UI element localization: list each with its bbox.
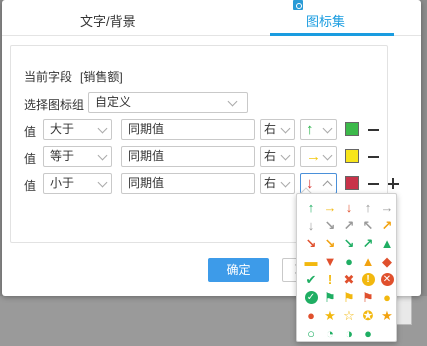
- arrow-down-red-icon[interactable]: ↓: [340, 198, 358, 216]
- star-full-orange-icon[interactable]: ★: [378, 306, 396, 324]
- arrow-right-yellow-icon: →: [306, 148, 321, 165]
- current-field-value: [销售额]: [80, 70, 123, 84]
- pin-red-icon[interactable]: ●: [302, 306, 320, 324]
- star-half-yellow-icon[interactable]: ✪: [359, 306, 377, 324]
- circle-outline-green-icon[interactable]: ○: [302, 324, 320, 342]
- chevron-down-icon: [280, 177, 291, 188]
- current-field-label: 当前字段: [24, 70, 73, 84]
- side-value: 右: [264, 176, 277, 190]
- cross-red-icon[interactable]: ✖: [340, 270, 358, 288]
- compare-value-text: 同期值: [128, 149, 165, 163]
- operator-value: 等于: [50, 149, 75, 163]
- arrow-up-right-gray-icon[interactable]: ↗: [340, 216, 358, 234]
- triangle-down-red-icon[interactable]: ▼: [321, 252, 339, 270]
- side-select[interactable]: 右: [260, 146, 295, 167]
- arrow-up-green-icon: ↑: [306, 121, 314, 138]
- circle-full-green-icon[interactable]: ●: [359, 324, 377, 342]
- arrow-right-gray-icon[interactable]: →: [378, 198, 396, 216]
- icon-group-value: 自定义: [95, 95, 132, 109]
- ok-button[interactable]: 确定: [208, 258, 269, 282]
- side-select[interactable]: 右: [260, 173, 295, 194]
- arrow-down-right-gray-icon[interactable]: ↘: [321, 216, 339, 234]
- color-swatch[interactable]: [345, 176, 359, 190]
- circle-green-icon[interactable]: ●: [340, 252, 358, 270]
- exclamation-circle-yellow-icon[interactable]: !: [359, 270, 377, 288]
- arrow-down-right-green-icon[interactable]: ↘: [340, 234, 358, 252]
- operator-value: 大于: [50, 122, 75, 136]
- compare-value-input[interactable]: 同期值: [121, 173, 255, 194]
- icon-select[interactable]: ↑: [300, 119, 337, 140]
- arrow-up-gray-icon[interactable]: ↑: [359, 198, 377, 216]
- tab-icon-set[interactable]: 图标集: [306, 11, 345, 30]
- compare-value-text: 同期值: [128, 122, 165, 136]
- compare-value-text: 同期值: [128, 176, 165, 190]
- arrow-down-right-red-icon[interactable]: ↘: [302, 234, 320, 252]
- color-swatch[interactable]: [345, 149, 359, 163]
- chevron-down-icon: [280, 150, 291, 161]
- chevron-down-icon: [97, 177, 108, 188]
- arrow-up-left-gray-icon[interactable]: ↖: [359, 216, 377, 234]
- circle-half-green-icon[interactable]: ◑: [340, 324, 358, 342]
- chevron-down-icon: [280, 123, 291, 134]
- triangle-orange-icon[interactable]: ▲: [359, 252, 377, 270]
- flag-green-icon[interactable]: ⚑: [321, 288, 339, 306]
- operator-value: 小于: [50, 176, 75, 190]
- arrow-right-yellow-icon[interactable]: →: [321, 198, 339, 216]
- check-circle-green-icon[interactable]: ✓: [302, 288, 320, 306]
- compare-value-input[interactable]: 同期值: [121, 146, 255, 167]
- icon-select[interactable]: →: [300, 146, 337, 167]
- remove-rule-button[interactable]: [368, 156, 379, 158]
- exclamation-yellow-icon[interactable]: !: [321, 270, 339, 288]
- rule-value-label: 值: [24, 125, 37, 139]
- arrow-down-gray-icon[interactable]: ↓: [302, 216, 320, 234]
- chevron-down-icon: [227, 96, 238, 107]
- arrow-down-right-orange-icon[interactable]: ↘: [321, 234, 339, 252]
- remove-rule-button[interactable]: [368, 129, 379, 131]
- dash-yellow-icon[interactable]: ▬: [302, 252, 320, 270]
- flag-red-icon[interactable]: ⚑: [359, 288, 377, 306]
- arrow-up-green-icon[interactable]: ↑: [302, 198, 320, 216]
- side-select[interactable]: 右: [260, 119, 295, 140]
- chevron-down-icon: [322, 123, 333, 134]
- check-green-icon[interactable]: ✔: [302, 270, 320, 288]
- arrow-up-right-orange-icon[interactable]: ↗: [378, 216, 396, 234]
- star-outline-yellow-icon[interactable]: ☆: [340, 306, 358, 324]
- chevron-up-icon: [322, 180, 333, 191]
- chevron-down-icon: [97, 150, 108, 161]
- triangle-up-green-icon[interactable]: ▲: [378, 234, 396, 252]
- star-full-yellow-icon[interactable]: ★: [321, 306, 339, 324]
- circle-quarter-green-icon[interactable]: ◔: [321, 324, 339, 342]
- icon-set-badge-icon: [293, 0, 303, 10]
- chevron-down-icon: [97, 123, 108, 134]
- tab-bar: 文字/背景 图标集: [2, 0, 421, 36]
- cross-circle-red-icon[interactable]: ✕: [378, 270, 396, 288]
- active-tab-indicator: [270, 33, 394, 36]
- operator-select[interactable]: 等于: [43, 146, 112, 167]
- operator-select[interactable]: 小于: [43, 173, 112, 194]
- chevron-down-icon: [322, 150, 333, 161]
- side-value: 右: [264, 122, 277, 136]
- compare-value-input[interactable]: 同期值: [121, 119, 255, 140]
- plus-icon-vertical: [392, 178, 394, 189]
- side-value: 右: [264, 149, 277, 163]
- remove-rule-button[interactable]: [368, 183, 379, 185]
- pin-yellow-icon[interactable]: ●: [378, 288, 396, 306]
- color-swatch[interactable]: [345, 122, 359, 136]
- rule-value-label: 值: [24, 152, 37, 166]
- operator-select[interactable]: 大于: [43, 119, 112, 140]
- rule-value-label: 值: [24, 179, 37, 193]
- flag-yellow-icon[interactable]: ⚑: [340, 288, 358, 306]
- icon-palette-popup: ↑ → ↓ ↑ → ↓ ↘ ↗ ↖ ↗ ↘ ↘ ↘ ↗ ▲ ▬ ▼ ● ▲ ◆ ✔! ✖! ✕ ✓ ⚑ ⚑ ⚑ ● ● ★ ☆ ✪ ★ ○ ◔ ◑ ●: [296, 193, 397, 342]
- icon-group-select[interactable]: 自定义: [88, 92, 248, 113]
- icon-group-label: 选择图标组: [24, 98, 85, 112]
- arrow-up-right-green-icon[interactable]: ↗: [359, 234, 377, 252]
- icon-palette-grid: ↑ → ↓ ↑ → ↓ ↘ ↗ ↖ ↗ ↘ ↘ ↘ ↗ ▲ ▬ ▼ ● ▲ ◆ ✔! ✖! ✕ ✓ ⚑ ⚑ ⚑ ● ● ★ ☆ ✪ ★ ○ ◔ ◑ ●: [302, 198, 396, 342]
- diamond-red-icon[interactable]: ◆: [378, 252, 396, 270]
- tab-text-background[interactable]: 文字/背景: [80, 11, 136, 30]
